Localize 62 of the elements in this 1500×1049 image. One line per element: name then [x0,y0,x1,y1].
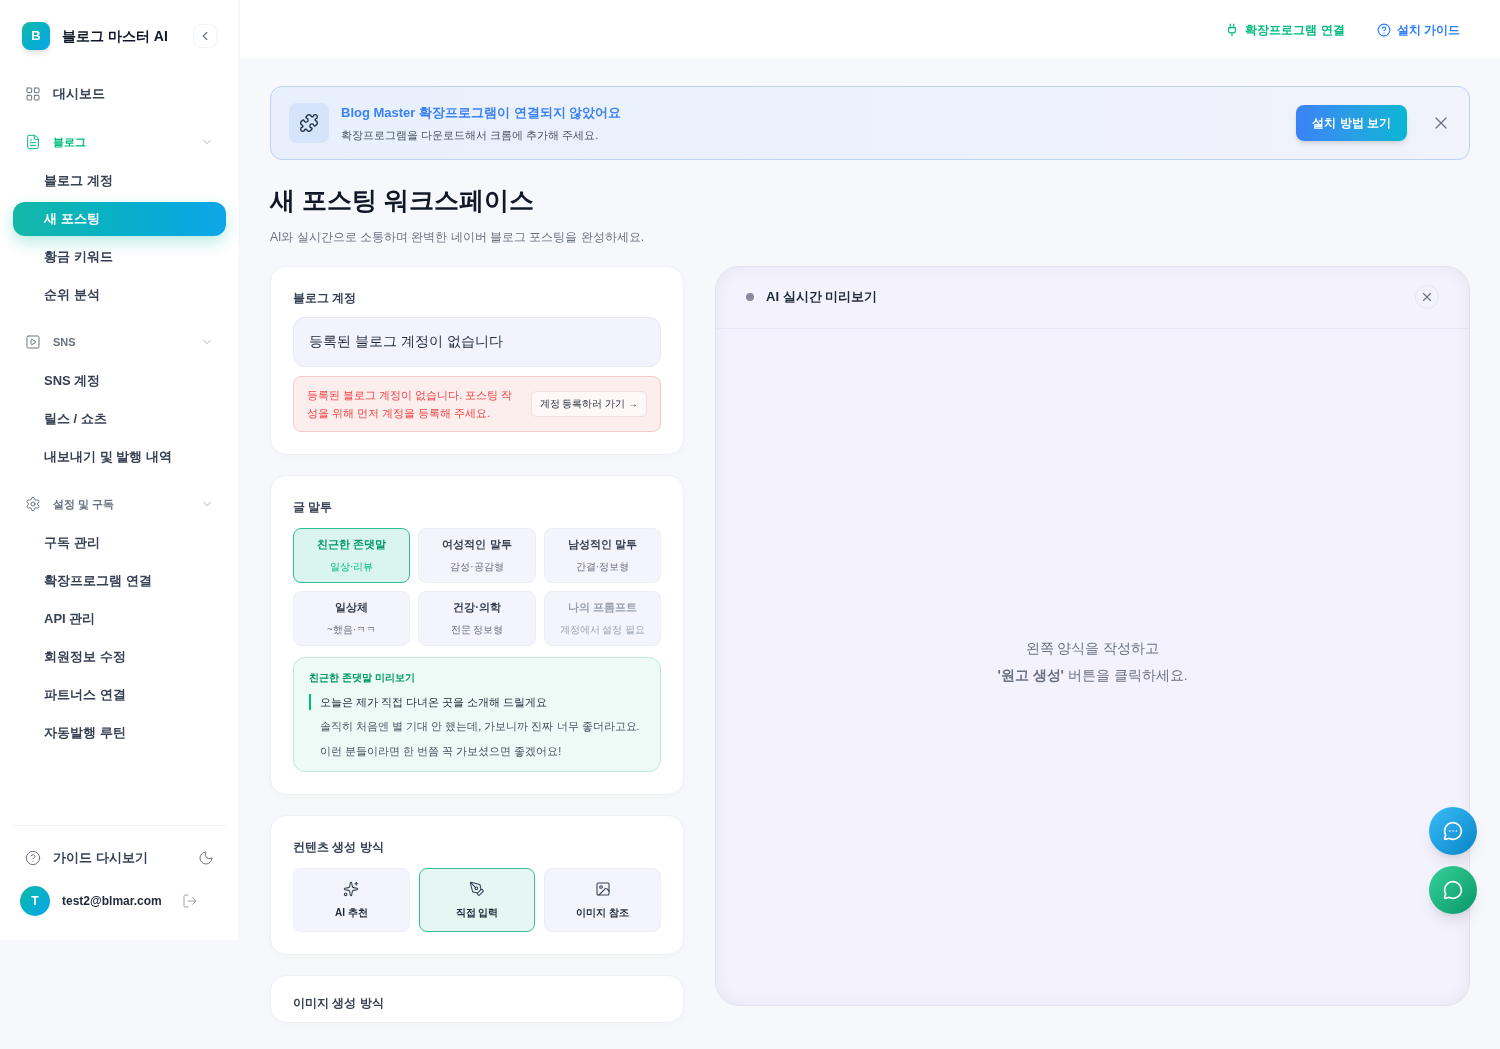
sidebar-item[interactable]: 순위 분석 [13,278,226,312]
chat-icon [1443,880,1463,900]
sparkle-icon [343,880,360,897]
field-label: 이미지 생성 방식 [293,995,385,1012]
tone-option[interactable]: 남성적인 말투 간결·정보형 [543,527,661,583]
method-option[interactable]: 직접 입력 [418,868,536,932]
preview-line: 이런 분들이라면 한 번쯤 꼭 가보셨으면 좋겠어요! [319,743,563,759]
preview-line: 솔직히 처음엔 별 기대 안 했는데, 가보니까 진짜 너무 좋더라고요. [319,719,641,734]
image-icon [594,880,611,897]
preview-title: 친근한 존댓말 미리보기 [309,670,416,685]
pen-icon [469,880,485,897]
settings-icon [25,496,41,512]
help-icon [1376,22,1391,37]
banner-title: Blog Master 확장프로그램이 연결되지 않았어요 [341,104,623,122]
alert-text: 등록된 블로그 계정이 없습니다. 포스팅 작성을 위해 먼저 계정을 등록해 주세요. [307,387,514,421]
logo: B [22,22,50,50]
header-link[interactable]: 설치 가이드 [1376,20,1460,39]
sidebar-item[interactable]: SNS 계정 [13,364,226,398]
close-icon [1420,290,1434,304]
field-label: 컨텐츠 생성 방식 [293,839,385,856]
page-subtitle: AI와 실시간으로 소통하며 완벽한 네이버 블로그 포스팅을 완성하세요. [270,228,645,246]
chat-icon [1443,821,1463,841]
help-icon [25,850,41,866]
field-label: 블로그 계정 [293,289,358,307]
empty-hint: '원고 생성' 버튼을 클릭하세요. [997,665,1188,685]
collapse-button[interactable] [193,24,217,48]
user-email: test2@blmar.com [62,893,162,910]
grid-icon [25,86,41,102]
puzzle-icon [289,103,329,143]
field-label: 글 말투 [293,498,334,516]
sidebar-item[interactable]: 대시보드 [13,76,226,112]
panel-title: AI 실시간 미리보기 [766,288,879,307]
sidebar-item[interactable]: 회원정보 수정 [13,640,226,674]
sidebar-item[interactable]: 릴스 / 쇼츠 [13,402,226,436]
sidebar-group[interactable]: 설정 및 구독 [13,486,226,522]
method-option[interactable]: 이미지 참조 [544,868,661,932]
page-title: 새 포스팅 워크스페이스 [270,185,535,216]
moon-icon[interactable] [198,850,214,866]
sidebar-item[interactable]: API 관리 [13,602,226,636]
sidebar-item[interactable]: 파트너스 연결 [13,678,226,712]
sidebar-item[interactable]: 블로그 계정 [13,164,226,198]
tone-option[interactable]: 여성적인 말투 감성·공감형 [418,527,536,583]
guide-link[interactable]: 가이드 다시보기 [53,848,186,868]
document-icon [25,134,41,150]
logout-icon[interactable] [181,893,198,909]
tone-option[interactable]: 일상체 ~했음·ㅋㅋ [293,590,411,646]
register-account-button[interactable]: 계정 등록하러 가기 → [530,390,647,417]
method-option[interactable]: AI 추천 [293,868,410,932]
sidebar-item[interactable]: 황금 키워드 [13,240,226,274]
sidebar-item[interactable]: 자동발행 루틴 [13,716,226,750]
account-select[interactable]: 등록된 블로그 계정이 없습니다 [293,316,661,367]
play-icon [25,334,41,350]
preview-line: 오늘은 제가 직접 다녀온 곳을 소개해 드릴게요 [309,693,645,710]
sidebar-item[interactable]: 내보내기 및 발행 내역 [13,440,226,474]
user-avatar: T [20,886,50,916]
sidebar-item[interactable]: 확장프로그램 연결 [13,564,226,598]
sidebar-group[interactable]: SNS [13,324,226,360]
app-title: 블로그 마스터 AI [62,26,169,46]
tone-option[interactable]: 건강·의학 전문 정보형 [418,590,536,646]
sidebar-item[interactable]: 구독 관리 [13,526,226,560]
banner-text: 확장프로그램을 다운로드해서 크롬에 추가해 주세요. [341,127,600,143]
empty-hint: 왼쪽 양식을 작성하고 [1025,638,1160,658]
